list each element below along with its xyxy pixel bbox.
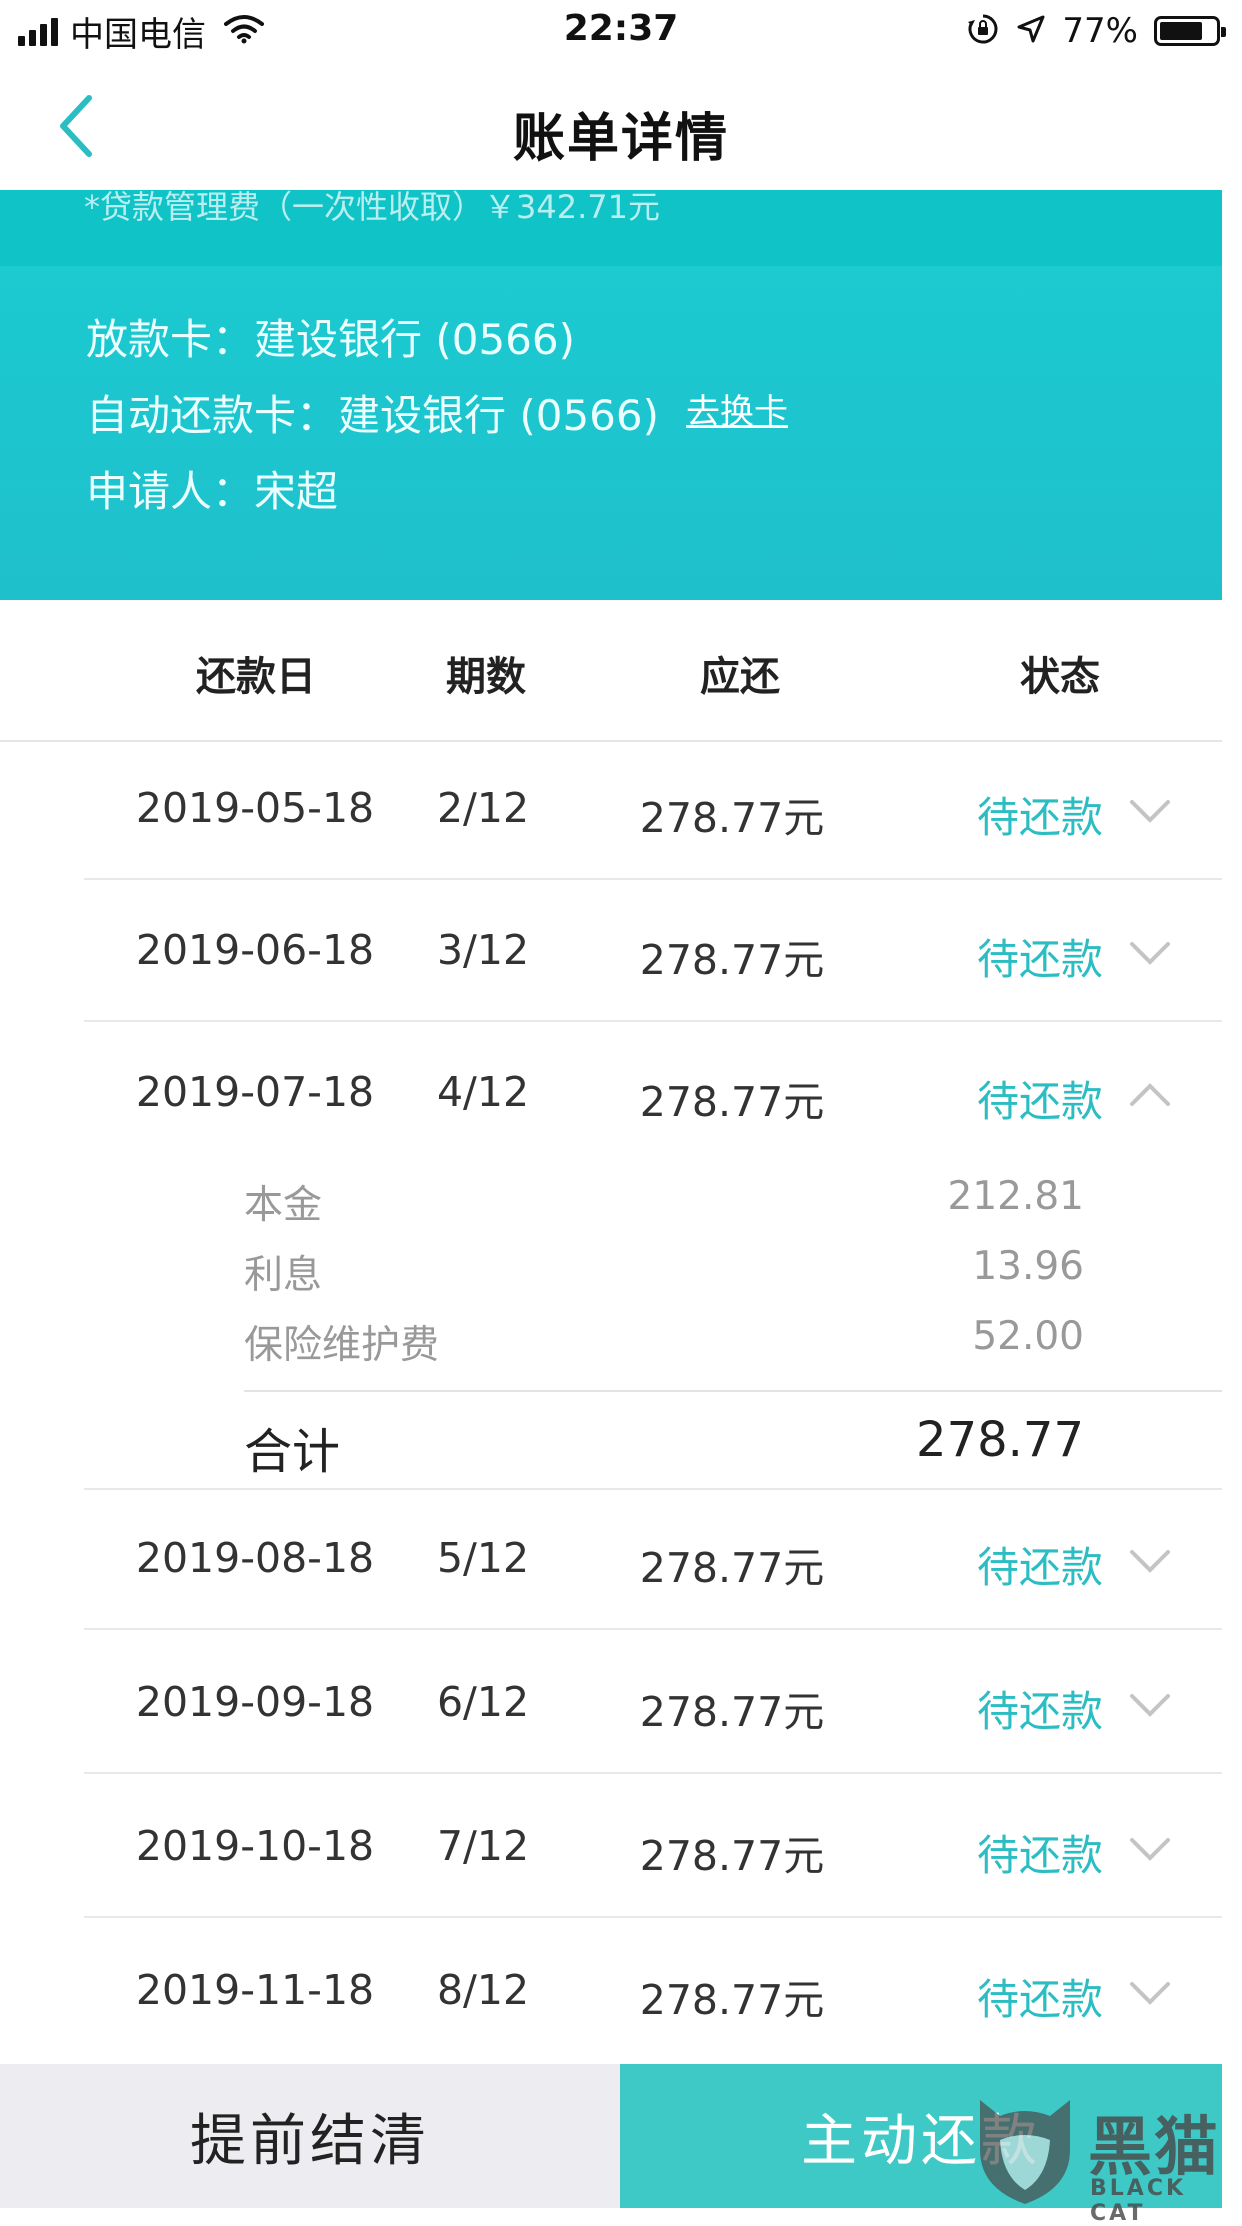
row-period: 3/12 [436, 926, 530, 974]
row-amount: 278.77元 [639, 1688, 825, 1736]
row-status: 待还款 [976, 1831, 1103, 1880]
page-title: 账单详情 [512, 109, 729, 169]
change-card-link[interactable]: 去换卡 [686, 384, 788, 433]
table-row[interactable]: 2019-10-18 7/12 278.77元 待还款 [0, 1778, 1222, 1918]
detail-divider [244, 1390, 1222, 1392]
auto-repay-card: 自动还款卡：建设银行 (0566) [86, 391, 660, 440]
row-date: 2019-08-18 [135, 1534, 375, 1582]
row-status: 待还款 [976, 1687, 1103, 1736]
right-edge [1222, 60, 1242, 2208]
row-date: 2019-05-18 [135, 784, 375, 832]
battery-icon [1154, 16, 1226, 46]
row-date: 2019-07-18 [135, 1068, 375, 1116]
detail-value-insurance: 52.00 [972, 1314, 1084, 1359]
row-status: 待还款 [976, 1077, 1103, 1126]
detail-value-principal: 212.81 [947, 1174, 1084, 1219]
row-date: 2019-09-18 [135, 1678, 375, 1726]
nav-bar: 账单详情 [0, 60, 1242, 190]
applicant: 申请人：宋超 [86, 467, 339, 516]
watermark-text: 黑猫 [1088, 2111, 1220, 2185]
detail-label-insurance: 保险维护费 [244, 1323, 440, 1368]
row-date: 2019-10-18 [135, 1822, 375, 1870]
status-bar: 中国电信 22:37 77% [0, 0, 1242, 60]
header-date: 还款日 [196, 654, 316, 700]
row-amount: 278.77元 [639, 936, 825, 984]
watermark-subtext: BLACK CAT [1090, 2176, 1187, 2226]
cat-shield-icon [980, 2100, 1070, 2204]
chevron-down-icon[interactable] [1128, 932, 1172, 972]
row-period: 2/12 [436, 784, 530, 832]
location-icon [1016, 14, 1046, 48]
disburse-card: 放款卡：建设银行 (0566) [86, 315, 576, 364]
row-divider [84, 1916, 1222, 1918]
row-detail: 本金 212.81 利息 13.96 保险维护费 52.00 合计 278.77 [0, 1160, 1222, 1490]
row-period: 8/12 [436, 1966, 530, 2014]
header-status: 状态 [1020, 654, 1100, 700]
header-period: 期数 [446, 654, 526, 700]
table-row[interactable]: 2019-09-18 6/12 278.77元 待还款 [0, 1634, 1222, 1774]
battery-cap [1221, 27, 1226, 37]
loan-fee-note: *贷款管理费（一次性收取）￥342.71元 [84, 190, 660, 226]
row-period: 7/12 [436, 1822, 530, 1870]
chevron-down-icon[interactable] [1128, 1540, 1172, 1580]
row-amount: 278.77元 [639, 1078, 825, 1126]
row-divider [84, 878, 1222, 880]
detail-value-interest: 13.96 [972, 1244, 1084, 1289]
chevron-down-icon[interactable] [1128, 1972, 1172, 2012]
settle-early-button[interactable]: 提前结清 [0, 2064, 620, 2208]
battery-percent: 77% [1062, 11, 1138, 51]
row-amount: 278.77元 [639, 794, 825, 842]
table-row[interactable]: 2019-08-18 5/12 278.77元 待还款 [0, 1490, 1222, 1630]
row-status: 待还款 [976, 793, 1103, 842]
fee-banner: *贷款管理费（一次性收取）￥342.71元 [0, 190, 1222, 266]
row-status: 待还款 [976, 1543, 1103, 1592]
detail-label-interest: 利息 [244, 1253, 323, 1298]
row-date: 2019-11-18 [135, 1966, 375, 2014]
row-divider [84, 1020, 1222, 1022]
table-row-expanded[interactable]: 2019-07-18 4/12 278.77元 待还款 [0, 1024, 1222, 1160]
rotation-lock-icon [966, 12, 1000, 50]
chevron-down-icon[interactable] [1128, 1684, 1172, 1724]
table-row[interactable]: 2019-05-18 2/12 278.77元 待还款 [0, 740, 1222, 880]
row-period: 4/12 [436, 1068, 530, 1116]
blackcat-watermark: 黑猫 BLACK CAT [970, 2090, 1242, 2226]
status-bar-right: 77% [966, 8, 1226, 54]
row-divider [84, 1628, 1222, 1630]
row-amount: 278.77元 [639, 1832, 825, 1880]
row-status: 待还款 [976, 935, 1103, 984]
detail-total-label: 合计 [244, 1424, 341, 1480]
detail-label-principal: 本金 [244, 1183, 323, 1228]
table-header: 还款日 期数 应还 状态 [0, 600, 1222, 742]
row-amount: 278.77元 [639, 1544, 825, 1592]
row-amount: 278.77元 [639, 1976, 825, 2024]
battery-fill [1160, 22, 1202, 40]
row-period: 6/12 [436, 1678, 530, 1726]
table-row[interactable]: 2019-06-18 3/12 278.77元 待还款 [0, 882, 1222, 1022]
header-amount: 应还 [700, 654, 780, 700]
table-row[interactable]: 2019-11-18 8/12 278.77元 待还款 [0, 1922, 1222, 2062]
row-period: 5/12 [436, 1534, 530, 1582]
detail-total-value: 278.77 [916, 1412, 1084, 1468]
row-date: 2019-06-18 [135, 926, 375, 974]
row-status: 待还款 [976, 1975, 1103, 2024]
chevron-down-icon[interactable] [1128, 790, 1172, 830]
card-info-panel: 放款卡：建设银行 (0566) 自动还款卡：建设银行 (0566) 去换卡 申请… [0, 266, 1222, 600]
chevron-up-icon[interactable] [1128, 1074, 1172, 1114]
row-divider [84, 1772, 1222, 1774]
chevron-down-icon[interactable] [1128, 1828, 1172, 1868]
